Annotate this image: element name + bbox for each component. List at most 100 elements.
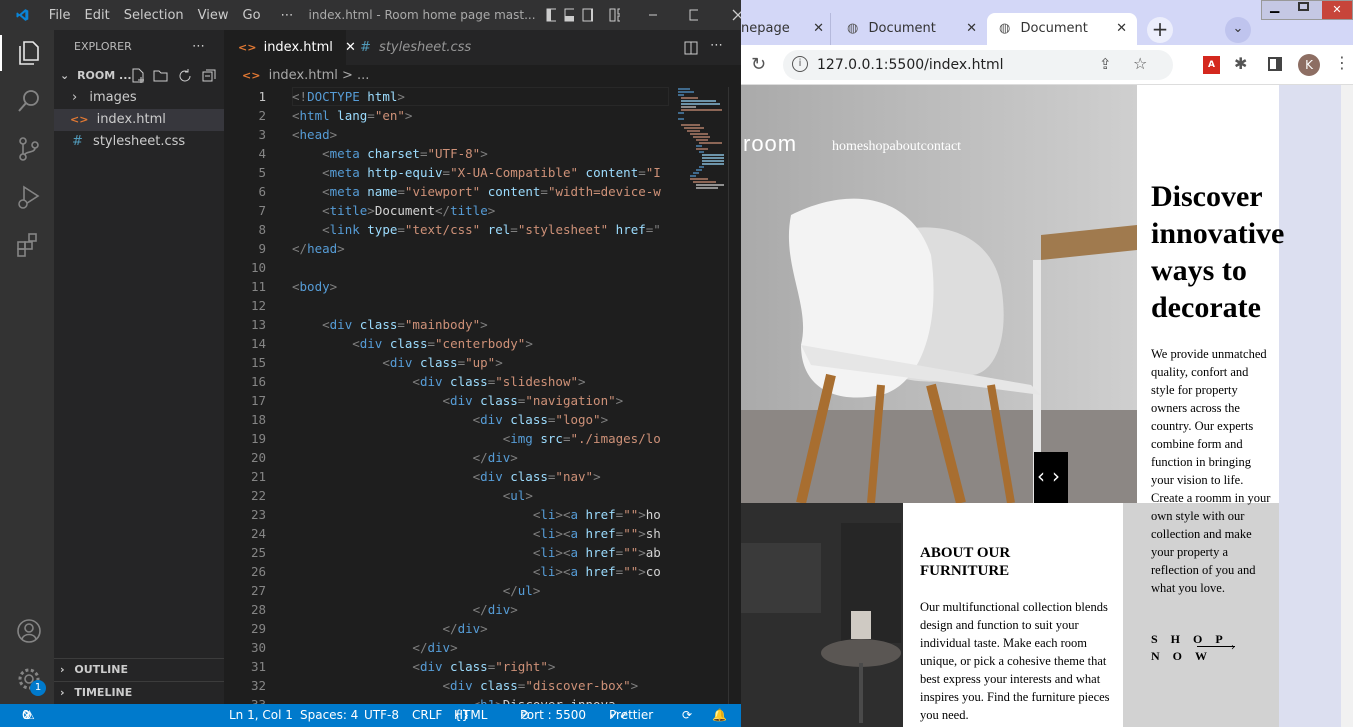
explorer-more-button[interactable]: ⋯ bbox=[192, 36, 216, 58]
pdf-extension-icon[interactable]: A bbox=[1203, 56, 1220, 74]
globe-icon: ◍ bbox=[847, 21, 859, 36]
source-control-icon[interactable] bbox=[14, 134, 44, 164]
outline-label: OUTLINE bbox=[74, 663, 128, 676]
code-line: <div class="centerbody"> bbox=[352, 336, 533, 351]
encoding[interactable]: UTF-8 bbox=[364, 704, 399, 727]
code-editor[interactable]: <!DOCTYPE html> <html lang="en"> <head> <m… bbox=[292, 87, 669, 707]
window-controls: ▁ ✕ bbox=[1261, 0, 1353, 20]
code-line: <li><a href="">ab bbox=[532, 545, 661, 560]
settings-badge: 1 bbox=[30, 680, 46, 696]
breadcrumb[interactable]: <> index.html > ... bbox=[224, 65, 369, 87]
tree-item-index-html[interactable]: <> index.html bbox=[54, 109, 224, 131]
explorer-icon[interactable] bbox=[14, 38, 44, 68]
info-icon[interactable]: i bbox=[792, 56, 808, 72]
bookmark-star-icon[interactable]: ☆ bbox=[1133, 54, 1147, 73]
new-tab-button[interactable]: + bbox=[1147, 17, 1173, 43]
toggle-secondary-sidebar-icon[interactable] bbox=[582, 8, 593, 22]
slider-controls: ‹ › bbox=[1034, 452, 1068, 503]
menu-view[interactable]: View bbox=[191, 8, 236, 23]
close-window-icon[interactable]: ✕ bbox=[1322, 1, 1352, 19]
new-folder-icon[interactable] bbox=[153, 68, 169, 84]
tab-label: index.html bbox=[263, 40, 333, 55]
tab-search-button[interactable]: ⌄ bbox=[1225, 17, 1251, 43]
code-line: <div class="nav"> bbox=[472, 469, 601, 484]
html-file-icon: <> bbox=[242, 69, 261, 82]
close-tab-icon[interactable]: ✕ bbox=[966, 13, 977, 45]
site-logo[interactable]: room bbox=[743, 131, 797, 157]
line-number: 27 bbox=[250, 583, 266, 598]
language-label: HTML bbox=[454, 708, 488, 722]
split-editor-icon[interactable] bbox=[684, 41, 698, 55]
slider-next-icon[interactable]: › bbox=[1052, 464, 1060, 488]
run-debug-icon[interactable] bbox=[14, 182, 44, 212]
site-nav[interactable]: homeshopaboutcontact bbox=[832, 139, 961, 155]
minimap[interactable] bbox=[676, 87, 728, 227]
menu-go[interactable]: Go bbox=[236, 8, 268, 23]
browser-menu-icon[interactable]: ⋮ bbox=[1334, 53, 1350, 72]
extensions-puzzle-icon[interactable]: ✱ bbox=[1234, 54, 1247, 73]
maximize-icon[interactable] bbox=[689, 9, 699, 21]
share-icon[interactable]: ⇪ bbox=[1099, 55, 1112, 73]
tree-item-images[interactable]: › images bbox=[54, 87, 224, 109]
line-numbers: 1 2 3 4 5 6 7 8 9 10 11 12 13 14 15 16 17 18 19 20 21 22 23 24 2… bbox=[224, 87, 282, 714]
line-ending[interactable]: CRLF bbox=[412, 704, 442, 727]
minimize-icon[interactable]: ▁ bbox=[1270, 0, 1279, 13]
address-bar-row: ↻ i 127.0.0.1:5500/index.html ⇪ ☆ A ✱ K … bbox=[741, 45, 1353, 85]
line-number: 32 bbox=[250, 678, 266, 693]
restore-icon[interactable] bbox=[1298, 2, 1309, 11]
page-scrollbar[interactable] bbox=[1341, 85, 1353, 727]
cursor-position[interactable]: Ln 1, Col 1 bbox=[229, 704, 293, 727]
close-window-icon[interactable] bbox=[732, 9, 741, 21]
code-line: <ul> bbox=[502, 488, 533, 503]
omnibox[interactable]: i 127.0.0.1:5500/index.html ⇪ ☆ bbox=[783, 50, 1173, 80]
extensions-icon[interactable] bbox=[14, 230, 44, 260]
profile-avatar[interactable]: K bbox=[1298, 54, 1320, 76]
collapse-all-icon[interactable] bbox=[201, 68, 217, 84]
line-number: 29 bbox=[250, 621, 266, 636]
feedback-icon[interactable]: ⟳ bbox=[682, 704, 692, 727]
shop-now-link[interactable]: SHOP NOW › bbox=[1151, 631, 1251, 665]
toggle-sidebar-icon[interactable] bbox=[546, 8, 556, 22]
slider-prev-icon[interactable]: ‹ bbox=[1037, 464, 1045, 488]
close-tab-icon[interactable]: ✕ bbox=[1116, 13, 1127, 45]
code-line: <div class="slideshow"> bbox=[412, 374, 586, 389]
code-line: <div class="right"> bbox=[412, 659, 556, 674]
tab-index-html[interactable]: <> index.html ✕ bbox=[224, 30, 356, 65]
about-heading: ABOUT OUR FURNITURE bbox=[920, 545, 1011, 579]
line-number: 14 bbox=[250, 336, 266, 351]
toggle-panel-icon[interactable] bbox=[564, 8, 575, 22]
code-line: </head> bbox=[292, 241, 345, 256]
line-number: 23 bbox=[250, 507, 266, 522]
browser-tab-2[interactable]: ◍ Document ✕ bbox=[839, 13, 985, 45]
activity-bar: 1 bbox=[0, 30, 54, 704]
line-number: 26 bbox=[250, 564, 266, 579]
side-panel-icon[interactable] bbox=[1268, 57, 1282, 71]
browser-tab-active[interactable]: ◍ Document ✕ bbox=[987, 13, 1137, 45]
search-icon[interactable] bbox=[14, 86, 44, 116]
menu-file[interactable]: File bbox=[42, 8, 78, 23]
refresh-icon[interactable] bbox=[177, 68, 193, 84]
bell-icon[interactable]: 🔔 bbox=[712, 704, 727, 727]
editor-area: <> index.html ✕ # stylesheet.css ⋯ <> in… bbox=[224, 30, 741, 712]
code-line: <meta charset="UTF-8"> bbox=[322, 146, 488, 161]
menu-edit[interactable]: Edit bbox=[78, 8, 117, 23]
menu-selection[interactable]: Selection bbox=[117, 8, 191, 23]
code-line: <meta http-equiv="X-UA-Compatible" conte… bbox=[322, 165, 661, 180]
menu-more[interactable]: ⋯ bbox=[274, 8, 301, 23]
accounts-icon[interactable] bbox=[14, 616, 44, 646]
tab-stylesheet[interactable]: # stylesheet.css bbox=[346, 30, 476, 65]
minimize-icon[interactable] bbox=[648, 9, 658, 21]
timeline-section[interactable]: › TIMELINE bbox=[54, 681, 224, 703]
outline-section[interactable]: › OUTLINE bbox=[54, 659, 224, 681]
line-number: 8 bbox=[258, 222, 266, 237]
indentation[interactable]: Spaces: 4 bbox=[300, 704, 358, 727]
chevron-down-icon: ⌄ bbox=[60, 69, 70, 82]
editor-more-button[interactable]: ⋯ bbox=[710, 38, 723, 53]
reload-icon[interactable]: ↻ bbox=[751, 54, 766, 75]
editor-scrollbar[interactable] bbox=[728, 87, 741, 704]
tree-item-stylesheet[interactable]: # stylesheet.css bbox=[54, 131, 224, 153]
customize-layout-icon[interactable] bbox=[609, 8, 621, 22]
close-tab-icon[interactable]: ✕ bbox=[813, 13, 824, 45]
browser-tab-1[interactable]: nepage ✕ bbox=[741, 13, 831, 45]
new-file-icon[interactable] bbox=[130, 68, 146, 84]
